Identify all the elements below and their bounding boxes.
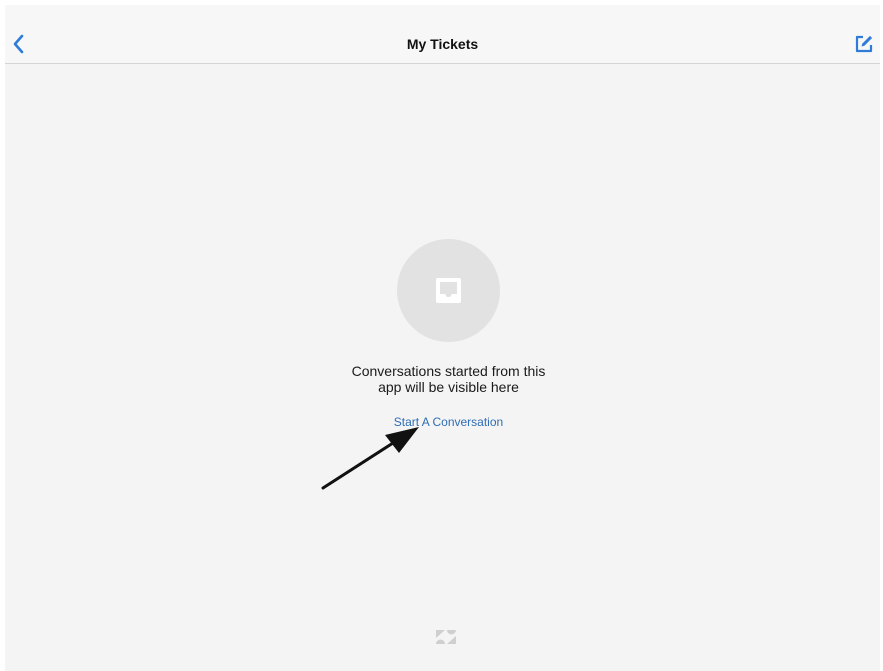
empty-state-icon-circle (397, 239, 500, 342)
empty-state-message: Conversations started from this app will… (292, 363, 605, 395)
empty-state-message-line-2: app will be visible here (378, 379, 519, 395)
start-conversation-link[interactable]: Start A Conversation (292, 415, 605, 429)
navigation-bar: My Tickets (5, 25, 880, 64)
status-bar (5, 5, 880, 25)
empty-state-message-line-1: Conversations started from this (351, 363, 546, 379)
compose-button[interactable] (853, 33, 875, 55)
zendesk-logo-icon (436, 630, 456, 644)
compose-icon (855, 35, 873, 53)
inbox-icon (436, 278, 461, 303)
page-title: My Tickets (406, 36, 479, 52)
app-screen: My Tickets Conversations started from th… (5, 5, 880, 671)
